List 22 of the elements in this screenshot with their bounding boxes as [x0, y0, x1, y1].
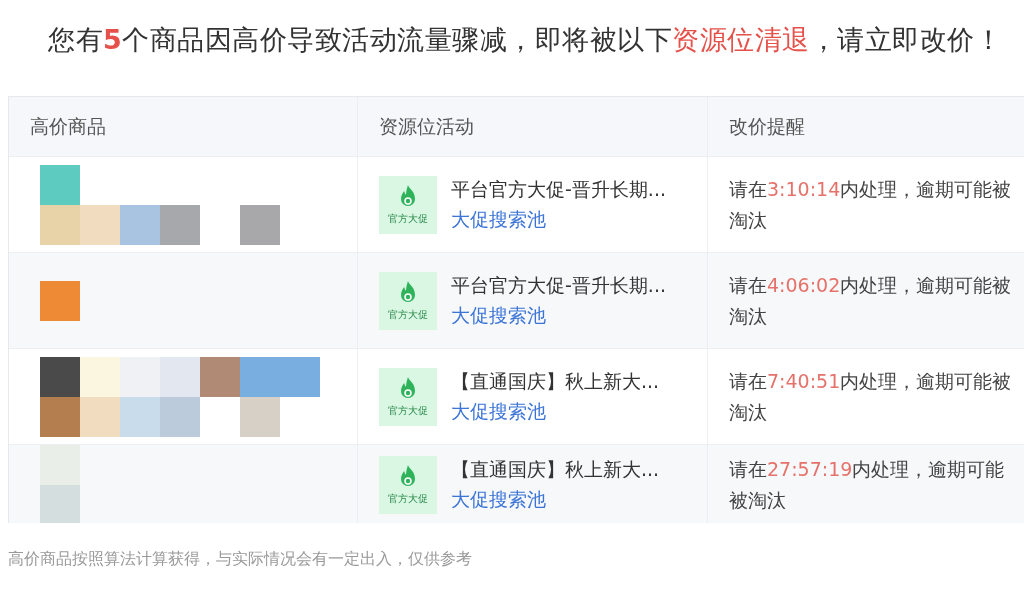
- activity-title: 【直通国庆】秋上新大...: [451, 457, 660, 482]
- activity-title: 平台官方大促-晋升长期...: [451, 176, 666, 202]
- resource-pool-link[interactable]: 大促搜索池: [451, 398, 660, 425]
- footnote: 高价商品按照算法计算获得，与实际情况会有一定出入，仅供参考: [8, 549, 473, 570]
- deadline-reminder: 请在27:57:19内处理，逾期可能被淘汰: [729, 457, 1006, 513]
- promotion-flame-badge: 官方大促: [379, 456, 437, 514]
- column-header: 高价商品: [30, 113, 106, 139]
- deadline-reminder: 请在3:10:14内处理，逾期可能被淘汰: [729, 176, 1013, 233]
- deadline-reminder: 请在4:06:02内处理，逾期可能被淘汰: [729, 272, 1013, 329]
- deadline-reminder: 请在7:40:51内处理，逾期可能被淘汰: [729, 368, 1013, 425]
- resource-pool-link[interactable]: 大促搜索池: [451, 487, 660, 513]
- activity-title: 平台官方大促-晋升长期...: [451, 272, 666, 298]
- promotion-flame-badge: 官方大促: [379, 271, 437, 330]
- promotion-flame-badge: 官方大促: [379, 367, 437, 426]
- resource-pool-link[interactable]: 大促搜索池: [451, 302, 666, 329]
- resource-pool-link[interactable]: 大促搜索池: [451, 206, 666, 233]
- pixelated-image: [40, 280, 80, 321]
- activity-title: 【直通国庆】秋上新大...: [451, 368, 660, 394]
- column-header: 资源位活动: [379, 113, 474, 139]
- promotion-flame-badge: 官方大促: [379, 175, 437, 234]
- warning-headline: 您有5个商品因高价导致活动流量骤减，即将被以下资源位清退，请立即改价！: [47, 23, 1004, 57]
- column-header: 改价提醒: [729, 113, 805, 139]
